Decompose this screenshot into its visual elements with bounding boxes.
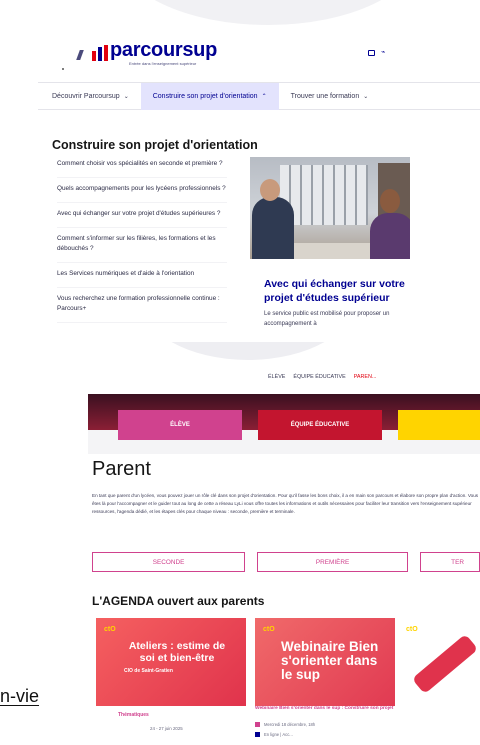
featured-card-title[interactable]: Avec qui échanger sur votre projet d'étu… [264,277,410,305]
hero-button-eleve[interactable]: ÉLÈVE [118,410,242,440]
event-link-title[interactable]: Webinaire Bien s'orienter dans le sup : … [255,705,395,712]
featured-card-text: Le service public est mobilisé pour prop… [264,311,390,327]
audience-link-equipe[interactable]: ÉQUIPE ÉDUCATIVE [293,374,345,380]
intro-paragraph: En tant que parent d'un lycéen, vous pou… [92,493,479,514]
account-icon[interactable] [368,50,375,56]
tab-premiere[interactable]: PREMIÈRE [257,552,409,572]
hero-button-parent[interactable] [398,410,480,440]
event-title: Webinaire Bien s'orienter dans le sup [281,639,379,682]
event-title: Ateliers : estime de soi et bien-être [128,640,226,664]
menu-toggle-icon[interactable]: ⌁ [381,49,385,56]
event-badge: ctO [263,626,275,633]
page-title: Parent [92,458,151,480]
event-card-ateliers[interactable]: ctO Ateliers : estime de soi et bien-êtr… [96,618,246,706]
featured-card[interactable]: Avec qui échanger sur votre projet d'étu… [250,157,410,335]
event-location-text: En ligne | Acc... [264,732,293,737]
menu-link-filieres[interactable]: Comment s'informer sur les filières, les… [57,234,227,263]
parcoursup-bars-icon [92,45,108,61]
menu-heading: Construire son projet d'orientation [52,138,258,152]
menu-link-echanger[interactable]: Avec qui échanger sur votre projet d'étu… [57,209,227,228]
logo-wordmark: parcoursup [110,39,218,61]
event-location: En ligne | Acc... [255,732,293,737]
featured-photo [250,157,410,259]
decorative-arc [118,0,418,25]
menu-link-list: Comment choisir vos spécialités en secon… [57,159,227,329]
logo-tagline: Entrée dans l'enseignement supérieur [129,61,197,66]
audience-link-parent[interactable]: PAREN... [354,374,377,380]
hero-button-equipe[interactable]: ÉQUIPE ÉDUCATIVE [258,410,382,440]
event-decor [411,633,479,695]
event-subtitle: CIO de Saint-Gratien [124,668,173,674]
link-fragment[interactable]: n-vie [0,686,39,707]
chevron-down-icon: ⌄ [363,93,369,100]
event-card-webinaire[interactable]: ctO Webinaire Bien s'orienter dans le su… [255,618,395,706]
hero-banner: ÉLÈVE ÉQUIPE ÉDUCATIVE [88,394,480,454]
audience-link-eleve[interactable]: ÉLÈVE [268,374,285,380]
menu-link-services-numeriques[interactable]: Les Services numériques et d'aide à l'or… [57,269,227,288]
republique-mark-icon [76,50,84,60]
menu-link-lyceens-pro[interactable]: Quels accompagnements pour les lycéens p… [57,184,227,203]
nav-item-label: Trouver une formation [290,92,360,100]
agenda-heading: L'AGENDA ouvert aux parents [92,594,265,608]
event-category[interactable]: Thématiques [118,712,149,718]
audience-links: ÉLÈVE ÉQUIPE ÉDUCATIVE PAREN... [268,374,376,380]
menu-link-parcours-plus[interactable]: Vous recherchez une formation profession… [57,294,227,323]
main-navigation: Découvrir Parcoursup ⌄ Construire son pr… [38,82,480,110]
nav-item-decouvrir[interactable]: Découvrir Parcoursup ⌄ [38,83,141,110]
event-card-partial[interactable]: ctO [404,618,480,706]
decorative-arc [138,342,358,360]
nav-item-trouver[interactable]: Trouver une formation ⌄ [279,83,381,110]
event-date-text: Mercredi 18 décembre, 18h [264,722,316,727]
parcoursup-logo[interactable]: parcoursup Entrée dans l'enseignement su… [76,38,218,66]
event-date: Mercredi 18 décembre, 18h [255,722,315,727]
menu-link-specialites[interactable]: Comment choisir vos spécialités en secon… [57,159,227,178]
nav-item-label: Construire son projet d'orientation [152,92,258,100]
tab-terminale[interactable]: TER [420,552,480,572]
parent-page-screenshot: ÉLÈVE ÉQUIPE ÉDUCATIVE PAREN... ÉLÈVE ÉQ… [78,342,480,745]
tab-seconde[interactable]: SECONDE [92,552,246,572]
calendar-icon [255,722,260,727]
bullet-dot [62,68,64,70]
nav-item-label: Découvrir Parcoursup [52,92,120,100]
header-actions: ⌁ [368,49,385,56]
chevron-up-icon: ⌃ [261,93,267,100]
event-badge: ctO [104,626,116,633]
location-icon [255,732,260,737]
event-badge: ctO [406,626,418,633]
nav-item-construire[interactable]: Construire son projet d'orientation ⌃ [140,82,279,110]
chevron-down-icon: ⌄ [123,93,129,100]
orientation-menu-screenshot: parcoursup Entrée dans l'enseignement su… [38,0,480,335]
event-date: 24 - 27 juin 2025 [150,726,183,731]
level-tabs: SECONDE PREMIÈRE TER [92,552,480,572]
